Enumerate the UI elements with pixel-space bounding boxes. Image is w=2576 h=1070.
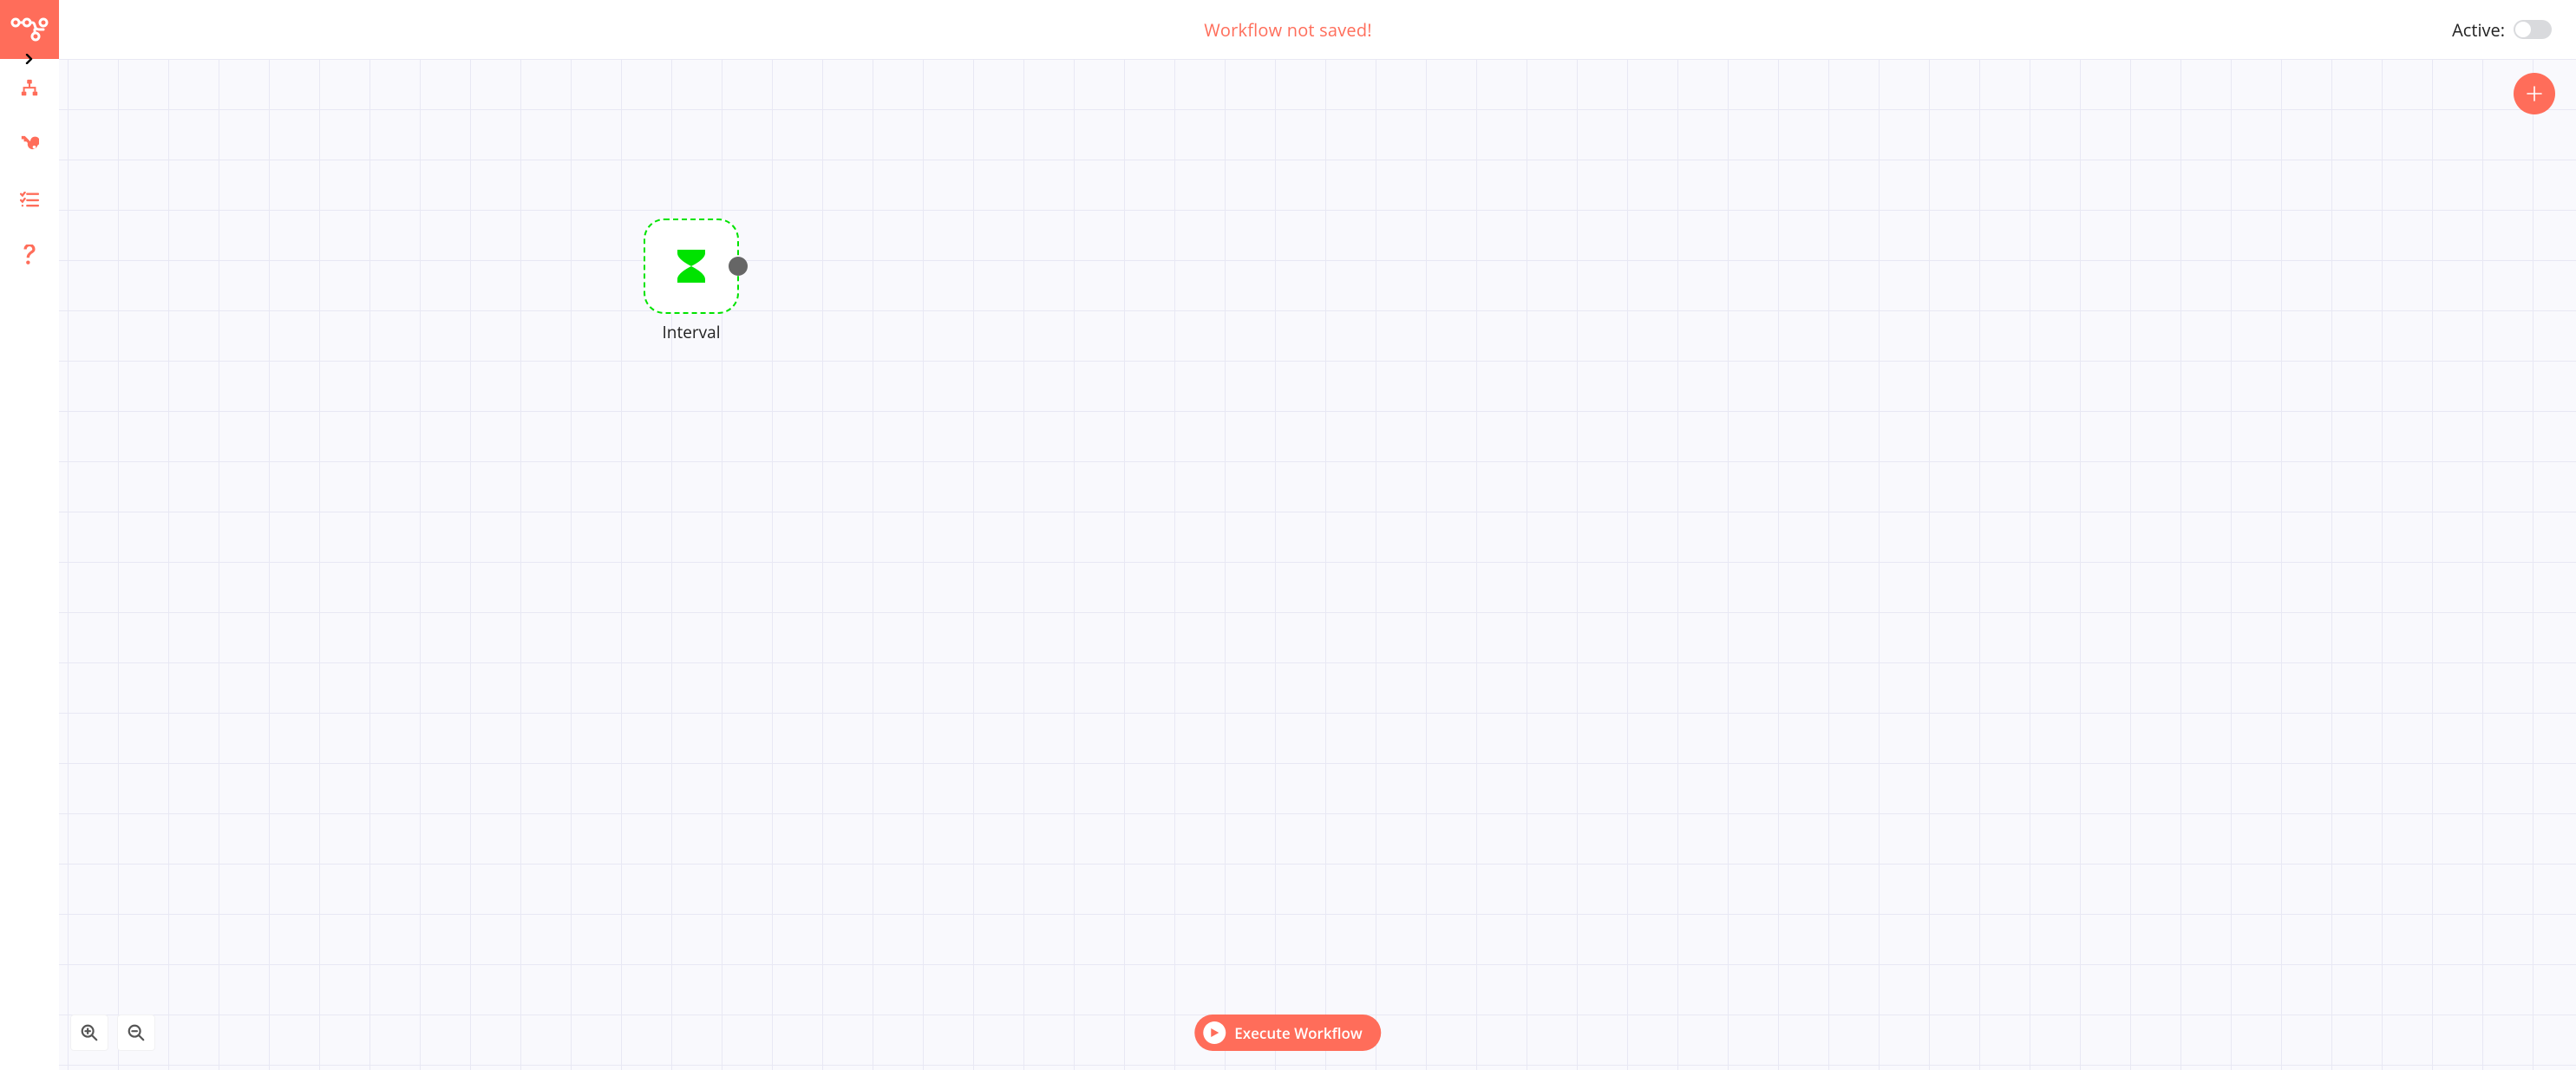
zoom-out-icon xyxy=(127,1023,146,1042)
play-icon xyxy=(1209,1028,1219,1038)
sidebar-item-help[interactable] xyxy=(19,245,40,265)
execute-workflow-button[interactable]: Execute Workflow xyxy=(1194,1015,1381,1051)
workflow-status-text: Workflow not saved! xyxy=(1204,18,1372,42)
sidebar-item-executions[interactable] xyxy=(19,189,40,210)
execute-workflow-label: Execute Workflow xyxy=(1234,1023,1362,1043)
workflow-canvas[interactable]: Interval xyxy=(59,59,2576,1070)
add-node-button[interactable] xyxy=(2514,73,2555,114)
node-box[interactable] xyxy=(644,219,739,314)
top-header: Workflow not saved! Active: xyxy=(0,0,2576,59)
hourglass-icon xyxy=(676,248,707,284)
key-icon xyxy=(20,134,39,153)
sidebar-expand-handle[interactable] xyxy=(23,52,36,66)
node-label: Interval xyxy=(662,321,720,343)
zoom-in-icon xyxy=(80,1023,99,1042)
chevron-right-icon xyxy=(24,54,35,64)
zoom-out-button[interactable] xyxy=(117,1015,155,1051)
active-label: Active: xyxy=(2452,18,2505,42)
sidebar-item-workflows[interactable] xyxy=(19,78,40,99)
plus-icon xyxy=(2525,84,2544,103)
sidebar-item-credentials[interactable] xyxy=(19,134,40,154)
left-sidebar xyxy=(0,0,59,1070)
question-icon xyxy=(23,245,36,265)
zoom-in-button[interactable] xyxy=(70,1015,108,1051)
zoom-controls xyxy=(70,1015,155,1051)
active-toggle[interactable] xyxy=(2514,20,2552,39)
node-output-port[interactable] xyxy=(729,257,748,276)
sidebar-menu xyxy=(19,78,40,265)
active-toggle-group: Active: xyxy=(2452,18,2552,42)
play-icon-wrap xyxy=(1203,1021,1226,1044)
app-logo[interactable] xyxy=(0,0,59,59)
list-check-icon xyxy=(20,192,39,207)
n8n-logo-icon xyxy=(10,16,49,42)
app-root: Workflow not saved! Active: xyxy=(0,0,2576,1070)
workflows-icon xyxy=(20,79,39,98)
node-interval[interactable]: Interval xyxy=(644,219,739,343)
